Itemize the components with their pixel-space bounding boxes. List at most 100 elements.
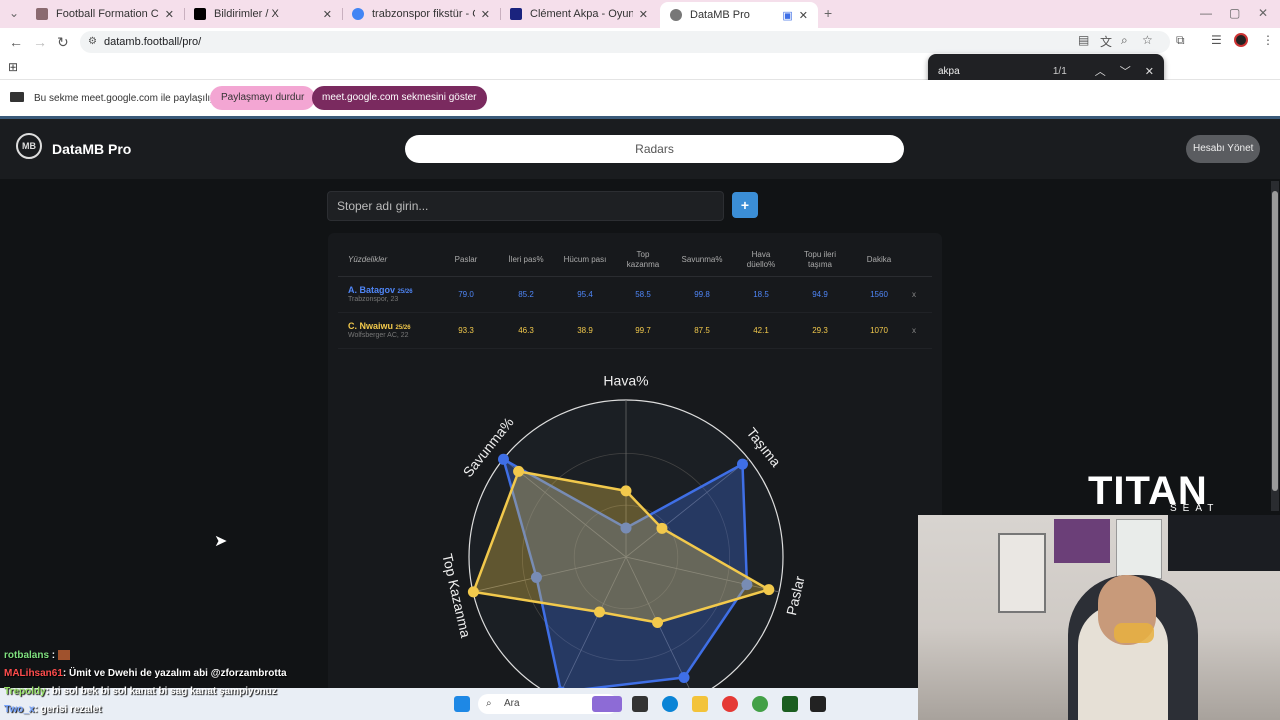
- close-icon[interactable]: ✕: [799, 9, 808, 22]
- file-explorer-icon[interactable]: [692, 696, 708, 712]
- tab-title: Clément Akpa - Oyuncu profili: [530, 8, 633, 20]
- translate-icon[interactable]: 文: [1100, 33, 1112, 50]
- close-icon[interactable]: ✕: [639, 8, 648, 21]
- chat-user: Trepoldy: [4, 686, 46, 697]
- radar-chart: Hava%TaşımaPaslarİ.Pas%H.PasTop KazanmaS…: [439, 373, 808, 688]
- radar-data-point: [763, 584, 775, 596]
- chevron-down-icon[interactable]: ﹀: [1120, 63, 1131, 79]
- url-text: datamb.football/pro/: [104, 36, 202, 48]
- chrome-profile-icon[interactable]: [752, 696, 768, 712]
- tab-title: Bildirimler / X: [214, 8, 279, 20]
- search-icon: ⌕: [486, 698, 492, 709]
- scrollbar-thumb[interactable]: [1272, 191, 1278, 491]
- window-close-icon[interactable]: ✕: [1258, 6, 1268, 20]
- radars-nav-button[interactable]: Radars: [405, 135, 904, 163]
- close-icon[interactable]: ✕: [323, 8, 332, 21]
- find-in-page-icon[interactable]: ▤: [1078, 33, 1089, 47]
- radar-axis-label: Hava%: [603, 373, 648, 389]
- radar-data-point: [736, 458, 748, 470]
- tab-datamb-pro[interactable]: DataMB Pro ▣ ✕: [660, 2, 818, 28]
- site-info-icon[interactable]: ⚙: [88, 36, 97, 47]
- tab-x-notifications[interactable]: Bildirimler / X ✕: [184, 3, 342, 25]
- chat-message: MALihsan61: Ümit ve Dwehi de yazalım abi…: [4, 668, 287, 679]
- tab-search-icon[interactable]: ⌄: [9, 6, 19, 20]
- tinted-glasses: [1114, 623, 1154, 643]
- tab-player-profile[interactable]: Clément Akpa - Oyuncu profili ✕: [500, 3, 658, 25]
- mouse-cursor-icon: ➤: [214, 533, 228, 550]
- chat-user: rotbalans: [4, 650, 50, 661]
- x-logo-icon: [194, 8, 206, 20]
- transfermarkt-icon: [510, 8, 522, 20]
- sharing-message: Bu sekme meet.google.com ile paylaşılıyo…: [34, 93, 225, 104]
- close-icon[interactable]: ✕: [481, 8, 490, 21]
- extensions-icon[interactable]: ⧉: [1176, 33, 1185, 48]
- epic-games-icon[interactable]: [810, 696, 826, 712]
- minimize-icon[interactable]: —: [1200, 6, 1212, 20]
- brand-name[interactable]: DataMB Pro: [52, 141, 131, 157]
- close-icon[interactable]: ✕: [165, 8, 174, 21]
- chat-user: MALihsan61: [4, 668, 63, 679]
- chat-text: : bi sol bek bi sol kanat bi sag kanat ş…: [45, 686, 277, 697]
- radar-data-point: [678, 672, 690, 684]
- bookmark-star-icon[interactable]: ☆: [1142, 33, 1153, 47]
- zoom-icon[interactable]: ⌕: [1121, 33, 1128, 48]
- player-search-input[interactable]: Stoper adı girin...: [327, 191, 724, 221]
- add-player-button[interactable]: +: [732, 192, 758, 218]
- site-header: MB DataMB Pro Radars Hesabı Yönet: [0, 119, 1280, 179]
- widgets-icon[interactable]: [592, 696, 622, 712]
- search-label: Ara: [504, 698, 520, 709]
- reload-icon[interactable]: ↻: [57, 34, 69, 51]
- radar-data-point: [652, 616, 664, 628]
- find-count: 1/1: [1052, 65, 1067, 77]
- radar-data-point: [656, 522, 668, 534]
- chat-message: Two_x: gerisi rezalet: [4, 704, 102, 715]
- chat-message: rotbalans :: [4, 650, 70, 661]
- show-meet-tab-button[interactable]: meet.google.com sekmesini göster: [312, 86, 487, 110]
- logo-text: MB: [22, 141, 36, 151]
- edge-icon[interactable]: [662, 696, 678, 712]
- forward-icon[interactable]: →: [33, 34, 47, 50]
- menu-icon[interactable]: ⋮: [1262, 33, 1274, 47]
- task-view-icon[interactable]: [632, 696, 648, 712]
- address-bar[interactable]: ⚙ datamb.football/pro/: [80, 31, 1170, 53]
- wall-poster: [1054, 519, 1110, 563]
- monitor-screen: [1168, 515, 1280, 571]
- chat-text: : gerisi rezalet: [34, 704, 102, 715]
- tab-formation-creator[interactable]: Football Formation Creator: Re ✕: [26, 3, 184, 25]
- sponsor-subtitle: SEAT: [1170, 503, 1220, 514]
- tab-sharing-bar: Bu sekme meet.google.com ile paylaşılıyo…: [0, 80, 1280, 116]
- chat-user: Two_x: [4, 704, 35, 715]
- app-icon[interactable]: [782, 696, 798, 712]
- chat-message: Trepoldy: bi sol bek bi sol kanat bi sag…: [4, 686, 277, 697]
- chevron-up-icon[interactable]: ︿: [1095, 63, 1106, 79]
- chat-text: :: [51, 650, 56, 661]
- radar-axis-label: Paslar: [783, 574, 808, 617]
- tab-google-search[interactable]: trabzonspor fikstür - Google'da ✕: [342, 3, 500, 25]
- windows-start-icon[interactable]: [454, 696, 470, 712]
- new-tab-icon[interactable]: +: [824, 5, 832, 21]
- radar-data-point: [467, 586, 479, 598]
- radar-data-point: [594, 606, 606, 618]
- find-input[interactable]: akpa: [938, 66, 1053, 77]
- logo[interactable]: MB: [16, 133, 42, 159]
- tactics-board: [1116, 519, 1162, 579]
- apps-grid-icon[interactable]: ⊞: [8, 60, 18, 74]
- reading-list-icon[interactable]: ☰: [1211, 33, 1222, 47]
- radar-data-point: [497, 453, 509, 465]
- emote-icon: [57, 650, 70, 661]
- avatar[interactable]: [1234, 33, 1248, 47]
- chat-text: : Ümit ve Dwehi de yazalım abi @zforzamb…: [62, 668, 287, 679]
- screen-share-icon: [10, 92, 24, 102]
- comparison-panel: Yüzdelikler Paslar İleri pas% Hücum pası…: [328, 233, 942, 688]
- chrome-icon[interactable]: [722, 696, 738, 712]
- maximize-icon[interactable]: ▢: [1229, 6, 1240, 20]
- page-scrollbar[interactable]: [1271, 181, 1279, 511]
- manage-account-button[interactable]: Hesabı Yönet: [1186, 135, 1261, 163]
- tab-title: Football Formation Creator: Re: [56, 8, 159, 20]
- close-icon[interactable]: ✕: [1145, 65, 1154, 78]
- stop-sharing-button[interactable]: Paylaşmayı durdur: [210, 86, 316, 110]
- tab-title: trabzonspor fikstür - Google'da: [372, 8, 475, 20]
- back-icon[interactable]: ←: [9, 34, 23, 50]
- sharing-icon: ▣: [782, 9, 793, 22]
- tab-title: DataMB Pro: [690, 9, 750, 21]
